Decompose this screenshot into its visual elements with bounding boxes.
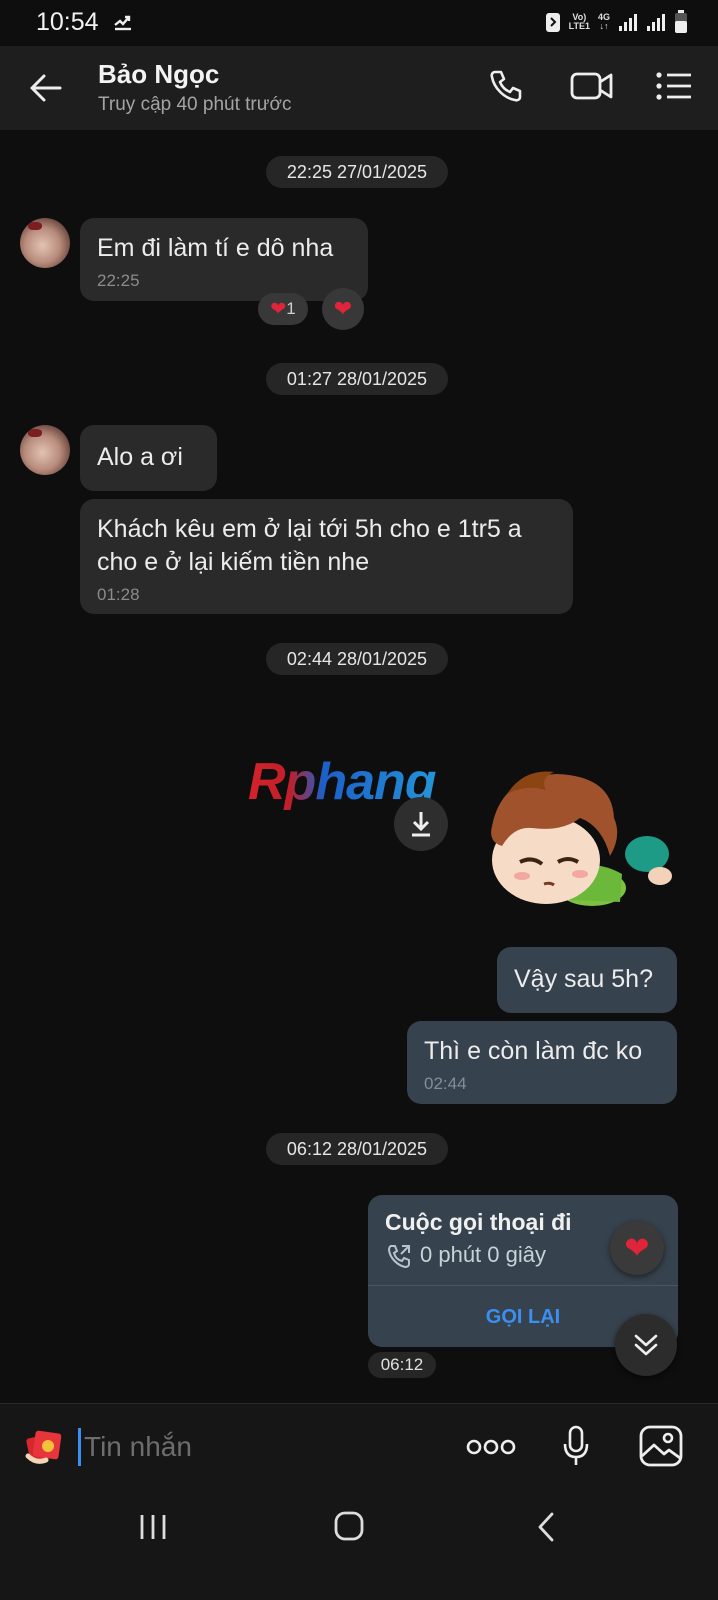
text-cursor xyxy=(78,1428,81,1466)
incoming-message[interactable]: Em đi làm tí e dô nha 22:25 xyxy=(80,218,368,301)
back-button[interactable] xyxy=(26,68,70,108)
message-text: Thì e còn làm đc ko xyxy=(424,1037,643,1065)
message-time: 01:28 xyxy=(97,585,140,604)
back-arrow-icon xyxy=(30,74,62,102)
recent-apps-button[interactable] xyxy=(138,1513,168,1541)
incoming-message[interactable]: Khách kêu em ở lại tới 5h cho e 1tr5 a c… xyxy=(80,499,573,614)
heart-icon: ❤ xyxy=(624,1231,650,1265)
heart-icon: ❤ xyxy=(270,298,287,320)
volte-indicator: Vo) LTE1 xyxy=(568,12,590,31)
divider xyxy=(368,1285,678,1286)
notification-icon xyxy=(112,11,134,33)
contact-avatar[interactable] xyxy=(20,218,70,268)
microphone-icon xyxy=(563,1425,589,1465)
message-time: 22:25 xyxy=(97,271,140,290)
recent-apps-icon xyxy=(140,1515,166,1539)
signal-icon xyxy=(646,12,666,32)
message-input[interactable] xyxy=(82,1424,446,1470)
list-menu-icon xyxy=(656,72,691,100)
gift-sticker-icon xyxy=(25,1430,62,1464)
scroll-to-bottom-button[interactable] xyxy=(615,1314,677,1376)
sticker-image[interactable] xyxy=(462,756,682,916)
outgoing-message[interactable]: Vậy sau 5h? xyxy=(497,947,677,1013)
contact-name[interactable]: Bảo Ngọc xyxy=(98,59,219,90)
chat-header: Bảo Ngọc Truy cập 40 phút trước xyxy=(0,46,718,130)
home-button[interactable] xyxy=(334,1511,364,1541)
heart-icon: ❤ xyxy=(333,296,353,321)
download-sticker-button[interactable] xyxy=(394,797,448,851)
video-camera-icon xyxy=(570,72,613,100)
system-back-button[interactable] xyxy=(536,1511,558,1543)
react-button[interactable]: ❤ xyxy=(322,288,364,330)
date-separator: 22:25 27/01/2025 xyxy=(266,156,448,188)
contact-avatar[interactable] xyxy=(20,425,70,475)
date-separator: 01:27 28/01/2025 xyxy=(266,363,448,395)
battery-icon xyxy=(674,10,688,34)
call-title: Cuộc gọi thoại đi xyxy=(385,1209,572,1235)
status-icons: Vo) LTE1 4G ↓↑ xyxy=(545,10,688,34)
date-separator: 06:12 28/01/2025 xyxy=(266,1133,448,1165)
message-text: Vậy sau 5h? xyxy=(514,965,653,993)
reaction-count-badge[interactable]: ❤ 1 xyxy=(258,293,308,325)
react-button[interactable]: ❤ xyxy=(610,1221,664,1275)
network-type-indicator: 4G ↓↑ xyxy=(597,12,610,31)
home-icon xyxy=(334,1511,364,1541)
signal-icon xyxy=(618,12,638,32)
call-duration: 0 phút 0 giây xyxy=(420,1242,546,1267)
incoming-message[interactable]: Alo a ơi xyxy=(80,425,217,491)
message-time: 06:12 xyxy=(368,1352,436,1378)
more-options-button[interactable] xyxy=(466,1432,516,1462)
chat-options-button[interactable] xyxy=(656,72,692,100)
phone-icon xyxy=(490,70,522,102)
outgoing-message[interactable]: Thì e còn làm đc ko 02:44 xyxy=(407,1021,677,1104)
status-time: 10:54 xyxy=(36,8,99,36)
contact-last-seen: Truy cập 40 phút trước xyxy=(98,94,292,115)
gallery-button[interactable] xyxy=(638,1424,684,1468)
message-text: Em đi làm tí e dô nha xyxy=(97,234,334,262)
voice-record-button[interactable] xyxy=(561,1424,591,1468)
outgoing-call-icon xyxy=(386,1243,412,1269)
message-composer xyxy=(0,1403,718,1490)
voice-call-button[interactable] xyxy=(488,68,524,104)
image-gallery-icon xyxy=(639,1425,683,1467)
back-chevron-icon xyxy=(538,1512,554,1542)
message-time: 02:44 xyxy=(424,1074,467,1093)
message-text: Alo a ơi xyxy=(97,443,183,471)
data-saver-icon xyxy=(545,11,561,33)
more-dots-icon xyxy=(466,1439,516,1455)
date-separator: 02:44 28/01/2025 xyxy=(266,643,448,675)
system-navigation-bar xyxy=(0,1489,718,1600)
download-icon xyxy=(412,812,430,837)
message-text: Khách kêu em ở lại tới 5h cho e 1tr5 a c… xyxy=(97,515,522,576)
sticker-gift-button[interactable] xyxy=(24,1426,64,1466)
double-chevron-down-icon xyxy=(634,1334,658,1356)
status-bar: 10:54 Vo) LTE1 4G ↓↑ xyxy=(0,0,718,46)
video-call-button[interactable] xyxy=(570,70,614,102)
